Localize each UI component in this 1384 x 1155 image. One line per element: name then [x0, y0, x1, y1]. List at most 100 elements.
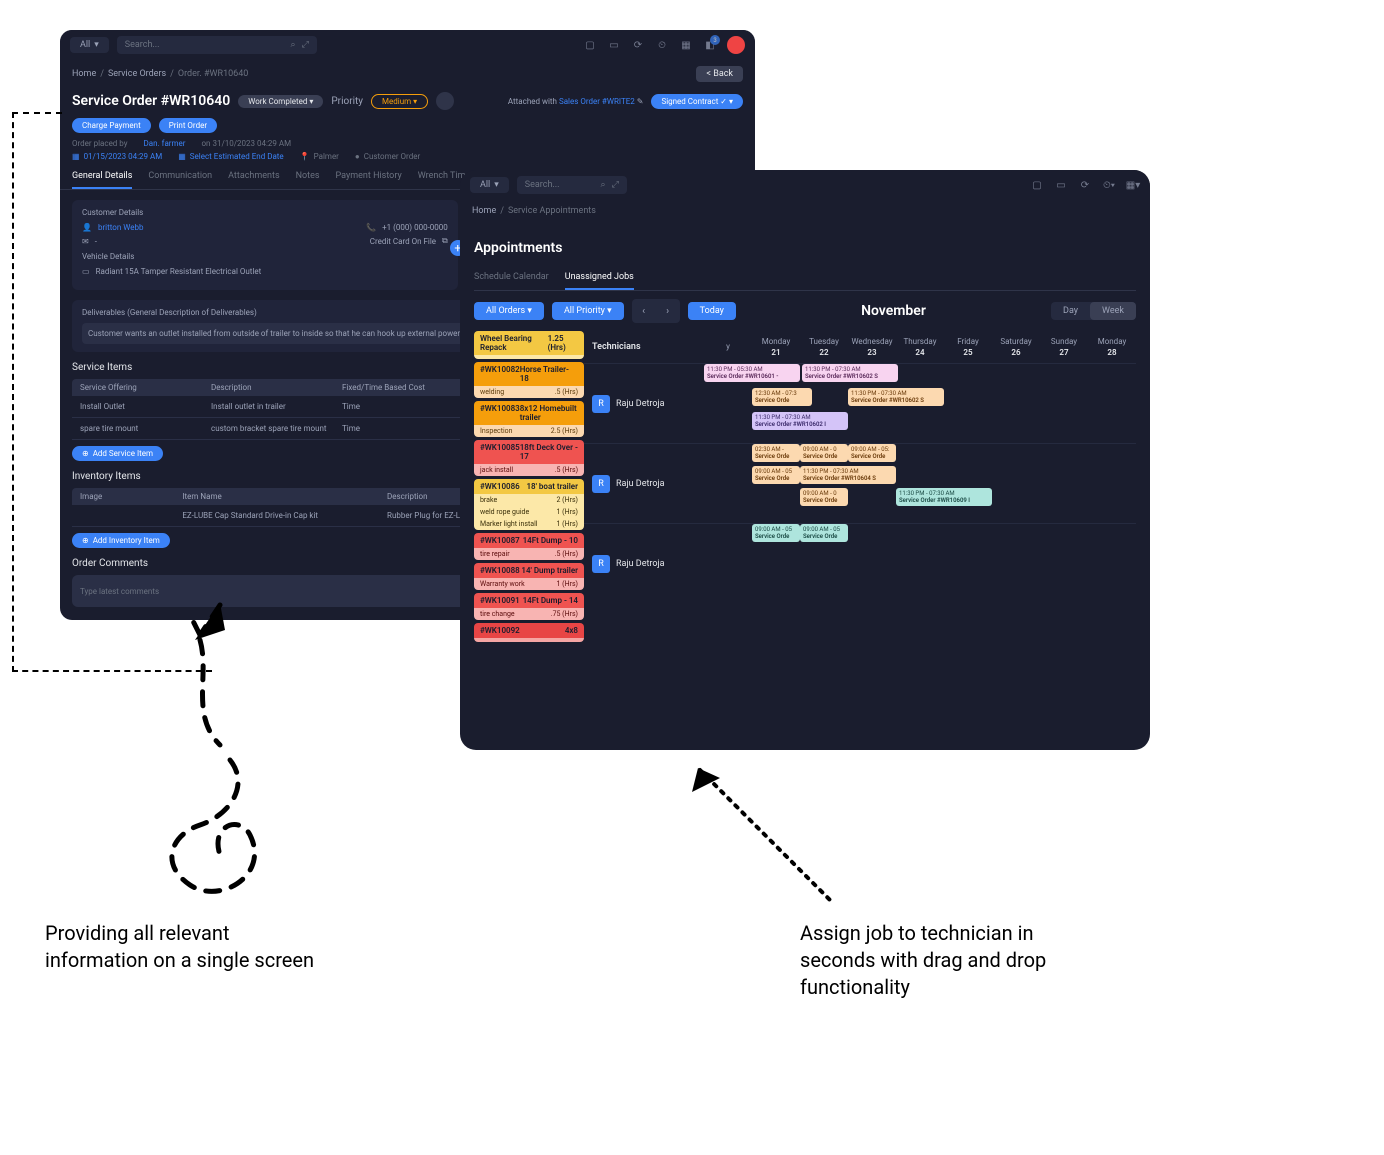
grid-icon[interactable]: ▦▾: [1126, 178, 1140, 192]
tab-general[interactable]: General Details: [72, 171, 132, 189]
chevron-down-icon: ▾: [94, 40, 99, 50]
tab-unassigned[interactable]: Unassigned Jobs: [565, 272, 634, 290]
slots[interactable]: 11:30 PM - 05:30 AMService Order #WR1060…: [704, 364, 1136, 443]
breadcrumb-so[interactable]: Service Orders: [108, 69, 166, 79]
technician-row: RRaju Detroja02:30 AM -Service Orde09:00…: [584, 443, 1136, 523]
chat-icon[interactable]: ▭: [1054, 178, 1068, 192]
device-icon[interactable]: ▢: [583, 38, 597, 52]
appointments-window: All ▾ Search...⌕⤢ ▢ ▭ ⟳ ⏲▾ ▦▾ Home / Ser…: [460, 170, 1150, 750]
slots[interactable]: 02:30 AM -Service Orde09:00 AM - 0Servic…: [704, 444, 1136, 523]
device-icon[interactable]: ▢: [1030, 178, 1044, 192]
calendar-event[interactable]: 09:00 AM - 05:Service Orde: [848, 444, 896, 462]
grid-icon[interactable]: ▦: [679, 38, 693, 52]
day-header: Monday21: [752, 331, 800, 363]
calendar-event[interactable]: 09:00 AM - 05Service Orde: [800, 524, 848, 542]
slots[interactable]: 09:00 AM - 05Service Orde09:00 AM - 05Se…: [704, 524, 1136, 603]
add-inventory-button[interactable]: ⊕ Add Inventory Item: [72, 533, 170, 548]
tab-payment[interactable]: Payment History: [336, 171, 402, 189]
order-header: Service Order #WR10640 Work Completed ▾ …: [60, 88, 755, 137]
order-type: ● Customer Order: [355, 152, 420, 161]
day-header: y: [704, 336, 752, 359]
job-card[interactable]: #WK1008814' Dump trailerWarranty work1 (…: [474, 563, 584, 590]
today-button[interactable]: Today: [688, 302, 736, 320]
day-view-button[interactable]: Day: [1051, 302, 1090, 320]
calendar-event[interactable]: 02:30 AM -Service Orde: [752, 444, 800, 462]
calendar-event[interactable]: 11:30 PM - 05:30 AMService Order #WR1060…: [704, 364, 800, 382]
tab-notes[interactable]: Notes: [296, 171, 320, 189]
priority-dropdown[interactable]: Medium ▾: [371, 94, 428, 109]
page-title: Appointments: [474, 240, 1136, 256]
calendar-event[interactable]: 09:00 AM - 05Service Orde: [752, 466, 800, 484]
search-input[interactable]: Search...⌕⤢: [117, 36, 317, 54]
day-header: Wednesday23: [848, 331, 896, 363]
calendar-event[interactable]: 11:30 PM - 07:30 AMService Order #WR1060…: [752, 412, 848, 430]
page-title: Service Order #WR10640: [72, 93, 230, 109]
priority-filter[interactable]: All Priority ▾: [552, 302, 624, 320]
avatar[interactable]: [727, 36, 745, 54]
tab-communication[interactable]: Communication: [148, 171, 212, 189]
copy-icon[interactable]: ⧉: [442, 236, 448, 246]
technician-cell: RRaju Detroja: [584, 524, 704, 603]
scope-dropdown[interactable]: All ▾: [70, 37, 109, 53]
placed-by-link[interactable]: Dan. farmer: [144, 139, 186, 148]
breadcrumb-current: Order. #WR10640: [178, 69, 248, 79]
job-card[interactable]: #WK1008618' boat trailerbrake2 (Hrs)weld…: [474, 479, 584, 530]
filter-row: All Orders ▾ All Priority ▾ ‹› Today Nov…: [474, 299, 1136, 323]
month-label: November: [744, 303, 1043, 319]
search-input[interactable]: Search...⌕⤢: [517, 176, 627, 194]
connector-line: [12, 112, 62, 672]
back-button[interactable]: < Back: [696, 66, 743, 82]
signed-contract-button[interactable]: Signed Contract ✓ ▾: [651, 94, 743, 109]
tab-schedule[interactable]: Schedule Calendar: [474, 272, 549, 290]
calendar-icon: ▦: [72, 152, 80, 161]
refresh-icon[interactable]: ⟳: [631, 38, 645, 52]
calendar-event[interactable]: 09:00 AM - 0Service Orde: [800, 444, 848, 462]
history-icon[interactable]: ⏲: [655, 38, 669, 52]
job-card[interactable]: #WK100924x8: [474, 623, 584, 642]
breadcrumb-home[interactable]: Home: [472, 206, 496, 216]
day-header: Saturday26: [992, 331, 1040, 363]
charge-payment-button[interactable]: Charge Payment: [72, 118, 151, 133]
scope-dropdown[interactable]: All ▾: [470, 177, 509, 193]
breadcrumb-home[interactable]: Home: [72, 69, 96, 79]
calendar: Technicians yMonday21Tuesday22Wednesday2…: [584, 331, 1136, 750]
technician-row: RRaju Detroja11:30 PM - 05:30 AMService …: [584, 363, 1136, 443]
job-card[interactable]: #WK1008714Ft Dump - 10tire repair.5 (Hrs…: [474, 533, 584, 560]
calendar-event[interactable]: 12:30 AM - 07:3Service Orde: [752, 388, 812, 406]
order-date: ▦ 01/15/2023 04:29 AM: [72, 152, 162, 161]
est-end-date[interactable]: ▦ Select Estimated End Date: [178, 152, 283, 161]
tab-attachments[interactable]: Attachments: [228, 171, 279, 189]
job-card[interactable]: Wheel Bearing Repack1.25 (Hrs): [474, 331, 584, 359]
day-header: Friday25: [944, 331, 992, 363]
location: 📍 Palmer: [300, 152, 339, 161]
prev-button[interactable]: ‹: [632, 299, 656, 323]
job-card[interactable]: #WK10082Horse Trailer-18welding.5 (Hrs): [474, 362, 584, 398]
calendar-event[interactable]: 11:30 PM - 07:30 AMService Order #WR1060…: [802, 364, 898, 382]
status-dropdown[interactable]: Work Completed ▾: [238, 95, 323, 108]
job-card[interactable]: #WK1009114Ft Dump - 14tire change.75 (Hr…: [474, 593, 584, 620]
chat-icon[interactable]: ▭: [607, 38, 621, 52]
job-card[interactable]: #WK100838x12 Homebuilt trailerInspection…: [474, 401, 584, 437]
day-header: Monday28: [1088, 331, 1136, 363]
unassigned-jobs-list[interactable]: Wheel Bearing Repack1.25 (Hrs) #WK10082Ho…: [474, 331, 584, 750]
history-icon[interactable]: ⏲▾: [1102, 178, 1116, 192]
week-view-button[interactable]: Week: [1090, 302, 1136, 320]
customer-name[interactable]: britton Webb: [98, 223, 143, 232]
calendar-event[interactable]: 11:30 PM - 07:30 AMService Order #WR1060…: [848, 388, 944, 406]
expand-icon: ⤢: [302, 40, 309, 50]
refresh-icon[interactable]: ⟳: [1078, 178, 1092, 192]
calendar-event[interactable]: 09:00 AM - 05Service Orde: [752, 524, 800, 542]
print-order-button[interactable]: Print Order: [159, 118, 217, 133]
orders-filter[interactable]: All Orders ▾: [474, 302, 544, 320]
next-button[interactable]: ›: [656, 299, 680, 323]
notif-icon[interactable]: ◧3: [703, 38, 717, 52]
vehicle-icon: ▭: [82, 267, 90, 276]
calendar-event[interactable]: 11:30 PM - 07:30 AMService Order #WR1060…: [800, 466, 896, 484]
add-service-button[interactable]: ⊕ Add Service Item: [72, 446, 163, 461]
attached-link[interactable]: Sales Order #WRITE2: [559, 97, 635, 106]
calendar-event[interactable]: 11:30 PM - 07:30 AMService Order #WR1060…: [896, 488, 992, 506]
technician-row: RRaju Detroja09:00 AM - 05Service Orde09…: [584, 523, 1136, 603]
extra-circle-icon[interactable]: [436, 92, 454, 110]
calendar-event[interactable]: 09:00 AM - 0Service Orde: [800, 488, 848, 506]
job-card[interactable]: #WK1008518ft Deck Over - 17jack install.…: [474, 440, 584, 476]
